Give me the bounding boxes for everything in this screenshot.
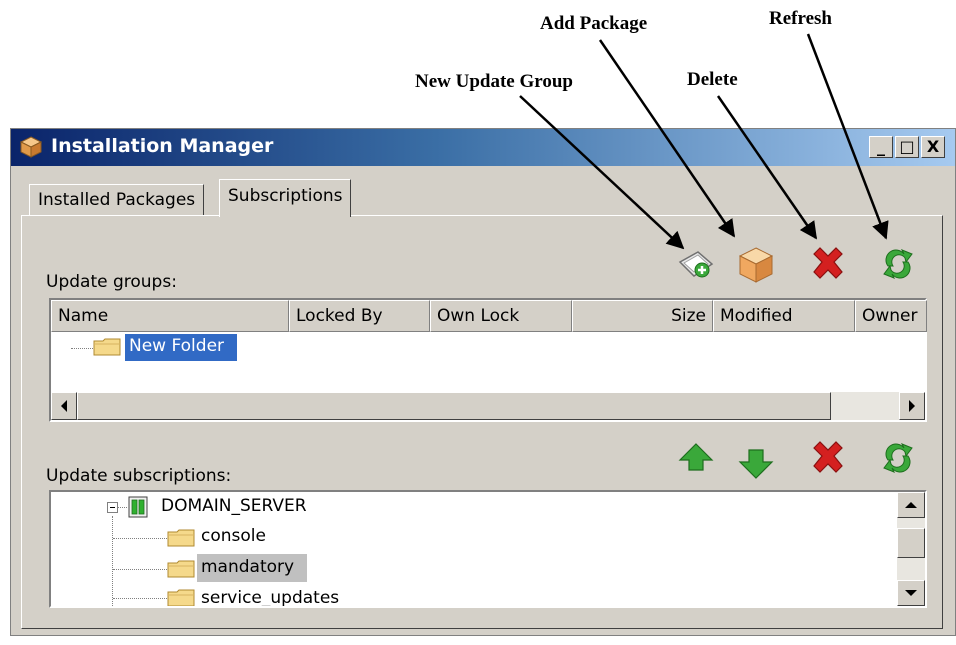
move-down-icon[interactable]: [736, 442, 776, 482]
tree-connector: [113, 569, 167, 570]
column-header-owner[interactable]: Owner: [855, 300, 927, 332]
tree-collapse-toggle[interactable]: [107, 502, 118, 513]
tree-item-label[interactable]: console: [201, 526, 266, 546]
refresh-icon[interactable]: [878, 244, 918, 284]
tab-installed-packages[interactable]: Installed Packages: [29, 184, 205, 216]
scroll-left-button[interactable]: [51, 392, 77, 420]
horizontal-scroll-thumb[interactable]: [77, 392, 831, 420]
folder-icon: [167, 560, 195, 578]
tree-connector: [117, 507, 127, 508]
title-bar[interactable]: Installation Manager _ □ X: [11, 129, 955, 166]
column-header-name[interactable]: Name: [51, 300, 289, 332]
column-header-modified[interactable]: Modified: [713, 300, 855, 332]
annotation-add-package: Add Package: [540, 13, 648, 34]
subscriptions-panel: Update groups: Name Locked By Own Lock S…: [21, 215, 943, 629]
refresh-icon[interactable]: [878, 438, 918, 478]
annotation-new-update-group: New Update Group: [415, 71, 573, 92]
move-up-icon[interactable]: [676, 438, 716, 478]
arrow-down-icon: [905, 590, 917, 596]
tree-connector: [113, 538, 167, 539]
tree-item-label[interactable]: service_updates: [201, 588, 339, 606]
folder-icon: [167, 589, 195, 606]
vertical-scroll-thumb[interactable]: [897, 528, 925, 558]
arrow-right-icon: [909, 400, 915, 412]
folder-icon: [93, 338, 121, 356]
horizontal-scrollbar[interactable]: [51, 392, 925, 420]
tree-connector: [71, 348, 93, 349]
column-header-size[interactable]: Size: [572, 300, 713, 332]
tree-connector: [112, 516, 113, 606]
tab-subscriptions[interactable]: Subscriptions: [219, 179, 352, 217]
column-header-locked-by[interactable]: Locked By: [289, 300, 430, 332]
maximize-button[interactable]: □: [895, 136, 919, 158]
update-subscriptions-tree[interactable]: DOMAIN_SERVER console mandatory service_…: [49, 490, 927, 608]
delete-icon[interactable]: [808, 438, 848, 478]
tree-item-selected[interactable]: mandatory: [197, 554, 307, 582]
installation-manager-window: Installation Manager _ □ X Installed Pac…: [10, 128, 956, 636]
close-button[interactable]: X: [921, 136, 945, 158]
tree-connector: [113, 598, 167, 599]
server-icon: [128, 496, 148, 518]
folder-icon: [167, 529, 195, 547]
annotation-refresh: Refresh: [769, 8, 832, 29]
scroll-right-button[interactable]: [899, 392, 925, 420]
tree-item-label: mandatory: [201, 557, 295, 577]
update-groups-label: Update groups:: [46, 272, 177, 292]
arrow-left-icon: [61, 400, 67, 412]
arrow-up-icon: [905, 502, 917, 508]
new-update-group-icon[interactable]: [676, 244, 716, 284]
add-package-icon[interactable]: [736, 244, 776, 284]
update-group-name: New Folder: [129, 336, 225, 356]
vertical-scrollbar[interactable]: [897, 492, 925, 606]
package-box-icon: [19, 136, 43, 158]
minimize-button[interactable]: _: [869, 136, 893, 158]
window-title: Installation Manager: [51, 135, 274, 157]
scroll-up-button[interactable]: [897, 492, 925, 518]
scroll-down-button[interactable]: [897, 580, 925, 606]
table-row[interactable]: New Folder: [125, 334, 237, 361]
update-groups-table[interactable]: Name Locked By Own Lock Size Modified Ow…: [49, 298, 927, 422]
annotation-delete: Delete: [687, 69, 738, 90]
delete-icon[interactable]: [808, 244, 848, 284]
column-header-own-lock[interactable]: Own Lock: [430, 300, 572, 332]
tree-root-label[interactable]: DOMAIN_SERVER: [161, 496, 307, 516]
update-subscriptions-label: Update subscriptions:: [46, 466, 232, 486]
